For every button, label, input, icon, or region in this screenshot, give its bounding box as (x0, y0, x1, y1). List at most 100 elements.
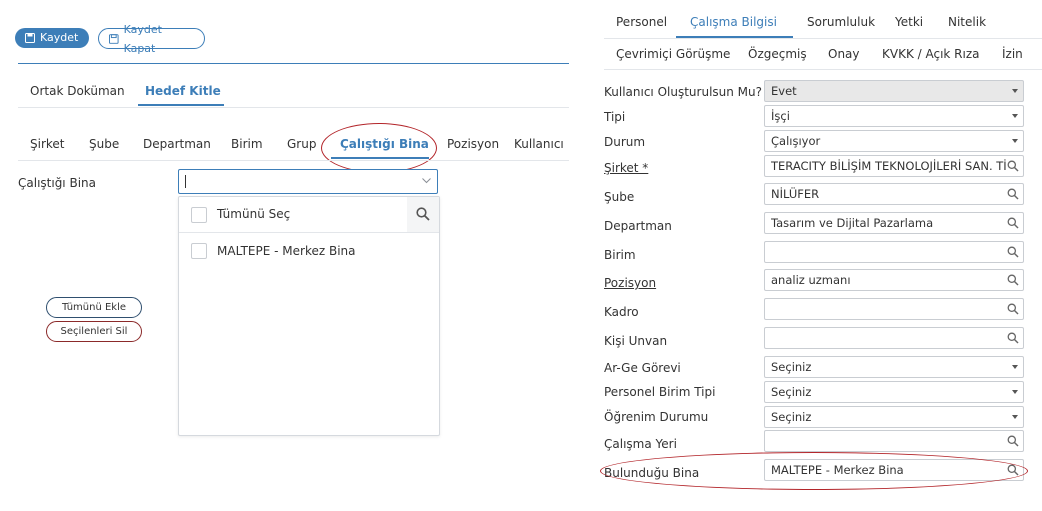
floppy-disk-icon (109, 33, 119, 44)
tab-ortak-dokuman[interactable]: Ortak Doküman (30, 84, 125, 98)
company-label[interactable]: Şirket * (604, 161, 648, 175)
tab-personel[interactable]: Personel (616, 15, 667, 29)
position-lookup[interactable]: analiz uzmanı (764, 269, 1024, 291)
search-icon[interactable] (1007, 435, 1019, 447)
tab-grup[interactable]: Grup (287, 137, 316, 151)
caret-down-icon (1012, 89, 1018, 93)
search-icon (416, 207, 430, 221)
search-icon[interactable] (1007, 217, 1019, 229)
tab-sorumluluk[interactable]: Sorumluluk (807, 15, 875, 29)
tab-departman[interactable]: Departman (143, 137, 211, 151)
building-filter-label: Çalıştığı Bina (18, 176, 96, 190)
building-highlight-ring (600, 452, 1028, 490)
branch-lookup[interactable]: NİLÜFER (764, 183, 1024, 205)
search-icon[interactable] (1007, 160, 1019, 172)
tab-hedef-kitle[interactable]: Hedef Kitle (145, 84, 221, 98)
tab-izin[interactable]: İzin (1002, 47, 1023, 61)
caret-down-icon (1012, 139, 1018, 143)
work-place-lookup[interactable] (764, 430, 1024, 452)
filter-tab-active-indicator (331, 157, 429, 159)
tab-cevrimici-gorusme[interactable]: Çevrimiçi Görüşme (616, 47, 730, 61)
search-button[interactable] (407, 197, 439, 232)
caret-down-icon (1012, 365, 1018, 369)
rnd-duty-value: Seçiniz (771, 360, 812, 374)
search-icon[interactable] (1007, 303, 1019, 315)
staff-label: Kadro (604, 305, 639, 319)
type-label: Tipi (604, 110, 626, 124)
branch-label: Şube (604, 190, 635, 204)
search-icon[interactable] (1007, 246, 1019, 258)
save-close-button-label: Kaydet Kapat (123, 22, 162, 55)
department-lookup[interactable]: Tasarım ve Dijital Pazarlama (764, 212, 1024, 234)
work-place-label: Çalışma Yeri (604, 437, 677, 451)
company-lookup[interactable]: TERACITY BİLİŞİM TEKNOLOJİLERİ SAN. TİC (764, 155, 1024, 177)
list-item[interactable]: MALTEPE - Merkez Bina (179, 233, 439, 269)
caret-down-icon (1012, 114, 1018, 118)
position-value: analiz uzmanı (771, 273, 851, 287)
create-user-value: Evet (771, 84, 797, 98)
filter-tabs-divider (18, 160, 569, 161)
option-checkbox[interactable] (191, 243, 207, 259)
tab-onay[interactable]: Onay (828, 47, 860, 61)
unit-type-value: Seçiniz (771, 385, 812, 399)
tab-kullanici[interactable]: Kullanıcı (514, 137, 564, 151)
right-tabs-row2-divider (604, 69, 1042, 70)
unit-type-select[interactable]: Seçiniz (764, 381, 1024, 403)
floppy-disk-icon (25, 33, 35, 43)
branch-value: NİLÜFER (771, 187, 820, 201)
save-close-button[interactable]: Kaydet Kapat (98, 23, 205, 55)
tab-calistigi-bina[interactable]: Çalıştığı Bina (340, 137, 429, 151)
doc-tabs-divider (18, 107, 569, 108)
tab-birim[interactable]: Birim (231, 137, 263, 151)
select-all-checkbox[interactable] (191, 207, 207, 223)
status-label: Durum (604, 135, 646, 149)
tab-calisma-bilgisi[interactable]: Çalışma Bilgisi (690, 15, 777, 29)
type-select[interactable]: İşçi (764, 105, 1024, 127)
status-value: Çalışıyor (771, 134, 821, 148)
unit-label: Birim (604, 248, 636, 262)
person-title-label: Kişi Unvan (604, 334, 668, 348)
building-dropdown-panel: Tümünü Seç MALTEPE - Merkez Bina (178, 196, 440, 436)
unit-lookup[interactable] (764, 241, 1024, 263)
text-cursor (185, 175, 186, 188)
select-all-label: Tümünü Seç (217, 207, 291, 221)
search-icon[interactable] (1007, 332, 1019, 344)
create-user-label: Kullanıcı Oluşturulsun Mu? (604, 85, 763, 99)
save-button-label: Kaydet (40, 31, 79, 44)
tab-pozisyon[interactable]: Pozisyon (447, 137, 499, 151)
tab-sube[interactable]: Şube (89, 137, 119, 151)
select-all-row[interactable]: Tümünü Seç (179, 197, 439, 233)
caret-down-icon (1012, 415, 1018, 419)
staff-lookup[interactable] (764, 298, 1024, 320)
tab-yetki[interactable]: Yetki (895, 15, 923, 29)
remove-selected-button[interactable]: Seçilenleri Sil (46, 321, 142, 342)
rnd-duty-select[interactable]: Seçiniz (764, 356, 1024, 378)
company-value: TERACITY BİLİŞİM TEKNOLOJİLERİ SAN. TİC (771, 159, 1015, 173)
tab-active-indicator (138, 104, 224, 106)
tab-ozgecmis[interactable]: Özgeçmiş (748, 47, 807, 61)
option-label: MALTEPE - Merkez Bina (217, 244, 356, 258)
position-label[interactable]: Pozisyon (604, 276, 656, 290)
chevron-down-icon (422, 178, 431, 184)
tab-nitelik[interactable]: Nitelik (948, 15, 986, 29)
tab-kvkk-acik-riza[interactable]: KVKK / Açık Rıza (882, 47, 980, 61)
department-value: Tasarım ve Dijital Pazarlama (771, 216, 934, 230)
create-user-select[interactable]: Evet (764, 80, 1024, 102)
type-value: İşçi (771, 109, 790, 123)
building-select-input[interactable] (178, 169, 438, 194)
tab-sirket[interactable]: Şirket (30, 137, 65, 151)
save-button[interactable]: Kaydet (15, 28, 89, 48)
right-tabs-row1-divider (604, 38, 1042, 39)
education-value: Seçiniz (771, 410, 812, 424)
status-select[interactable]: Çalışıyor (764, 130, 1024, 152)
rnd-duty-label: Ar-Ge Görevi (604, 361, 681, 375)
search-icon[interactable] (1007, 274, 1019, 286)
search-icon[interactable] (1007, 188, 1019, 200)
toolbar-divider (18, 63, 569, 64)
education-label: Öğrenim Durumu (604, 410, 709, 424)
department-label: Departman (604, 219, 672, 233)
person-title-lookup[interactable] (764, 327, 1024, 349)
add-all-button[interactable]: Tümünü Ekle (46, 297, 142, 318)
education-select[interactable]: Seçiniz (764, 406, 1024, 428)
caret-down-icon (1012, 390, 1018, 394)
